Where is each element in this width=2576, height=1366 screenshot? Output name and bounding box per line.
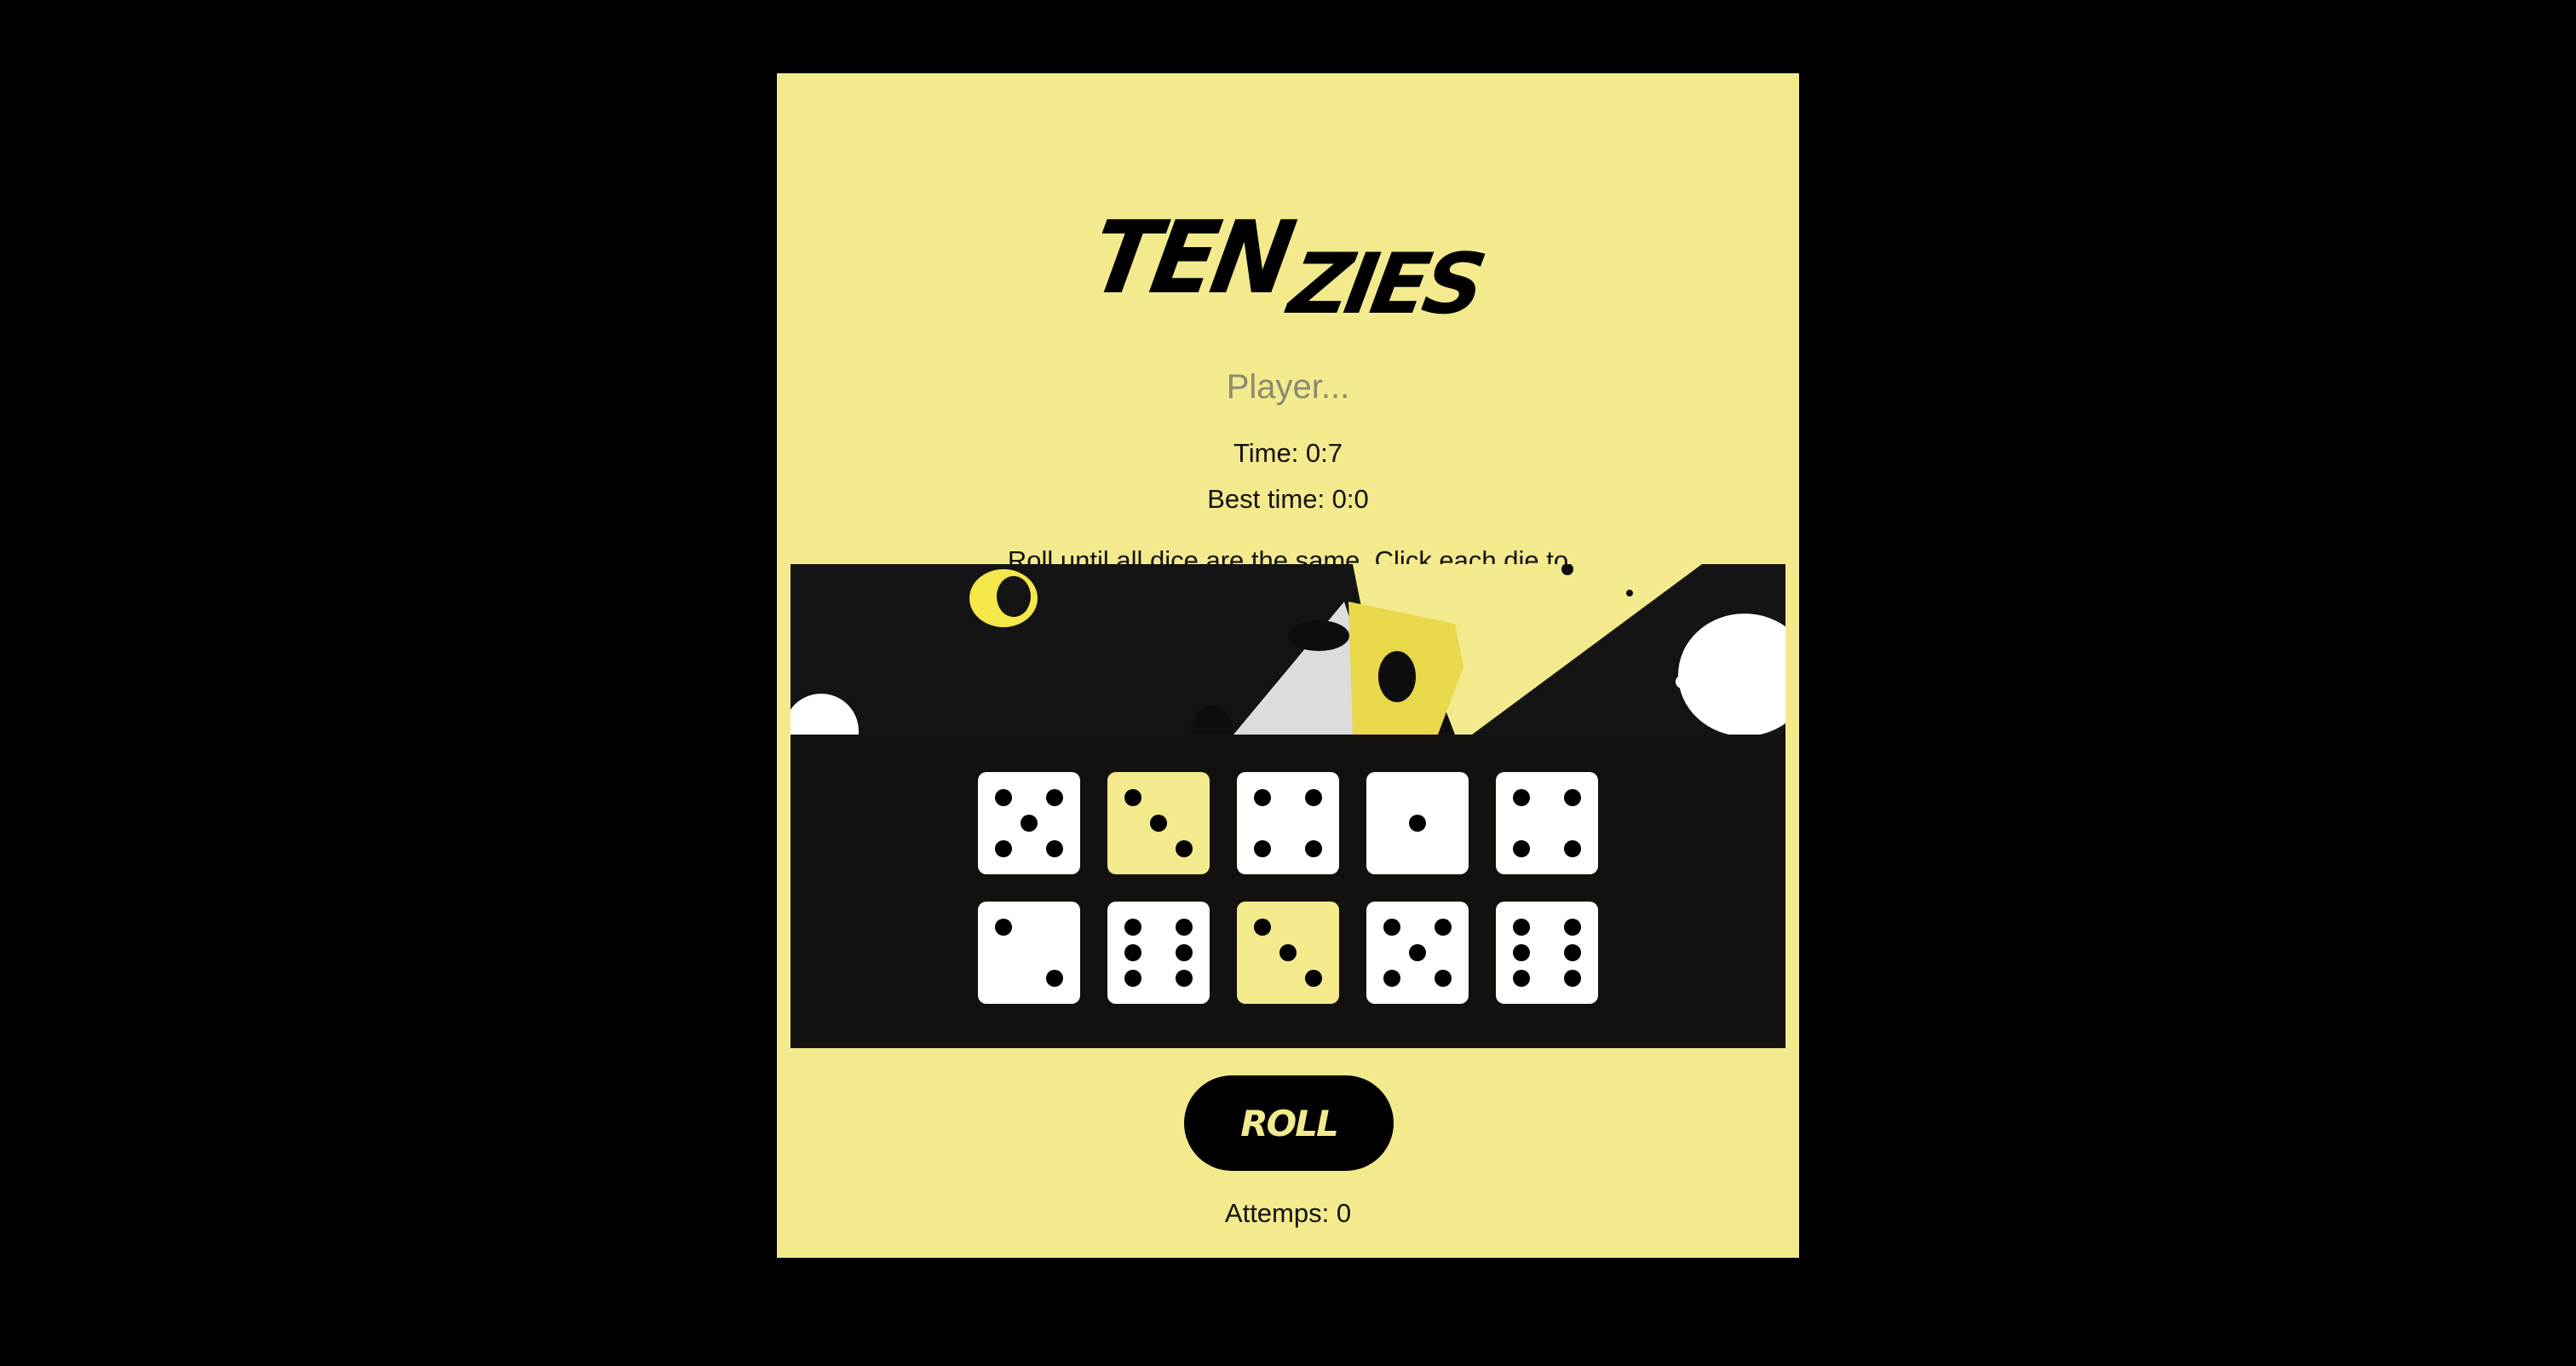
dice-board [791,564,1785,1048]
die-3[interactable] [1237,772,1339,874]
die-pip [1150,815,1167,832]
die-pip [1513,919,1530,936]
die-pip [1254,919,1271,936]
tenzies-logo: TENZIES [777,199,1799,333]
die-pip [1305,970,1322,987]
die-pip [1124,944,1141,961]
die-pip [1409,944,1426,961]
die-pip [1046,840,1063,857]
die-pip [1254,840,1271,857]
game-card: TENZIES Player... Time: 0:7 Best time: 0… [777,73,1799,1258]
die-6[interactable] [978,902,1080,1004]
die-2[interactable] [1107,772,1210,874]
die-pip [1176,919,1193,936]
die-pip [1176,944,1193,961]
die-4[interactable] [1366,772,1469,874]
logo-zies: ZIES [1282,236,1488,333]
die-9[interactable] [1366,902,1469,1004]
die-pip [1564,919,1581,936]
die-pip [995,789,1012,806]
die-7[interactable] [1107,902,1210,1004]
die-pip [1305,840,1322,857]
die-pip [1176,840,1193,857]
die-pip [995,919,1012,936]
die-pip [1513,789,1530,806]
die-pip [1564,944,1581,961]
die-10[interactable] [1496,902,1598,1004]
best-time-text: Best time: 0:0 [1207,484,1369,514]
die-pip [1021,815,1038,832]
die-pip [1254,789,1271,806]
die-pip [1409,815,1426,832]
die-pip [1564,970,1581,987]
die-pip [1046,789,1063,806]
die-5[interactable] [1496,772,1598,874]
die-pip [1124,789,1141,806]
die-pip [1305,789,1322,806]
die-1[interactable] [978,772,1080,874]
die-pip [1513,944,1530,961]
die-pip [1124,919,1141,936]
timer-text: Time: 0:7 [1233,438,1343,468]
decorative-banner-image [791,564,1785,735]
die-pip [995,840,1012,857]
die-pip [1513,970,1530,987]
die-pip [1279,944,1297,961]
dice-grid [791,772,1785,1004]
die-pip [1564,789,1581,806]
die-pip [1124,970,1141,987]
die-8[interactable] [1237,902,1339,1004]
logo-ten: TEN [1083,199,1298,317]
die-pip [1564,840,1581,857]
die-pip [1435,919,1452,936]
die-pip [1046,970,1063,987]
die-pip [1435,970,1452,987]
die-pip [1383,919,1400,936]
player-name-field[interactable]: Player... [777,368,1799,406]
die-pip [1176,970,1193,987]
die-pip [1383,970,1400,987]
roll-button[interactable]: ROLL [1184,1075,1394,1171]
attempts-counter: Attemps: 0 [1224,1198,1352,1228]
die-pip [1513,840,1530,857]
